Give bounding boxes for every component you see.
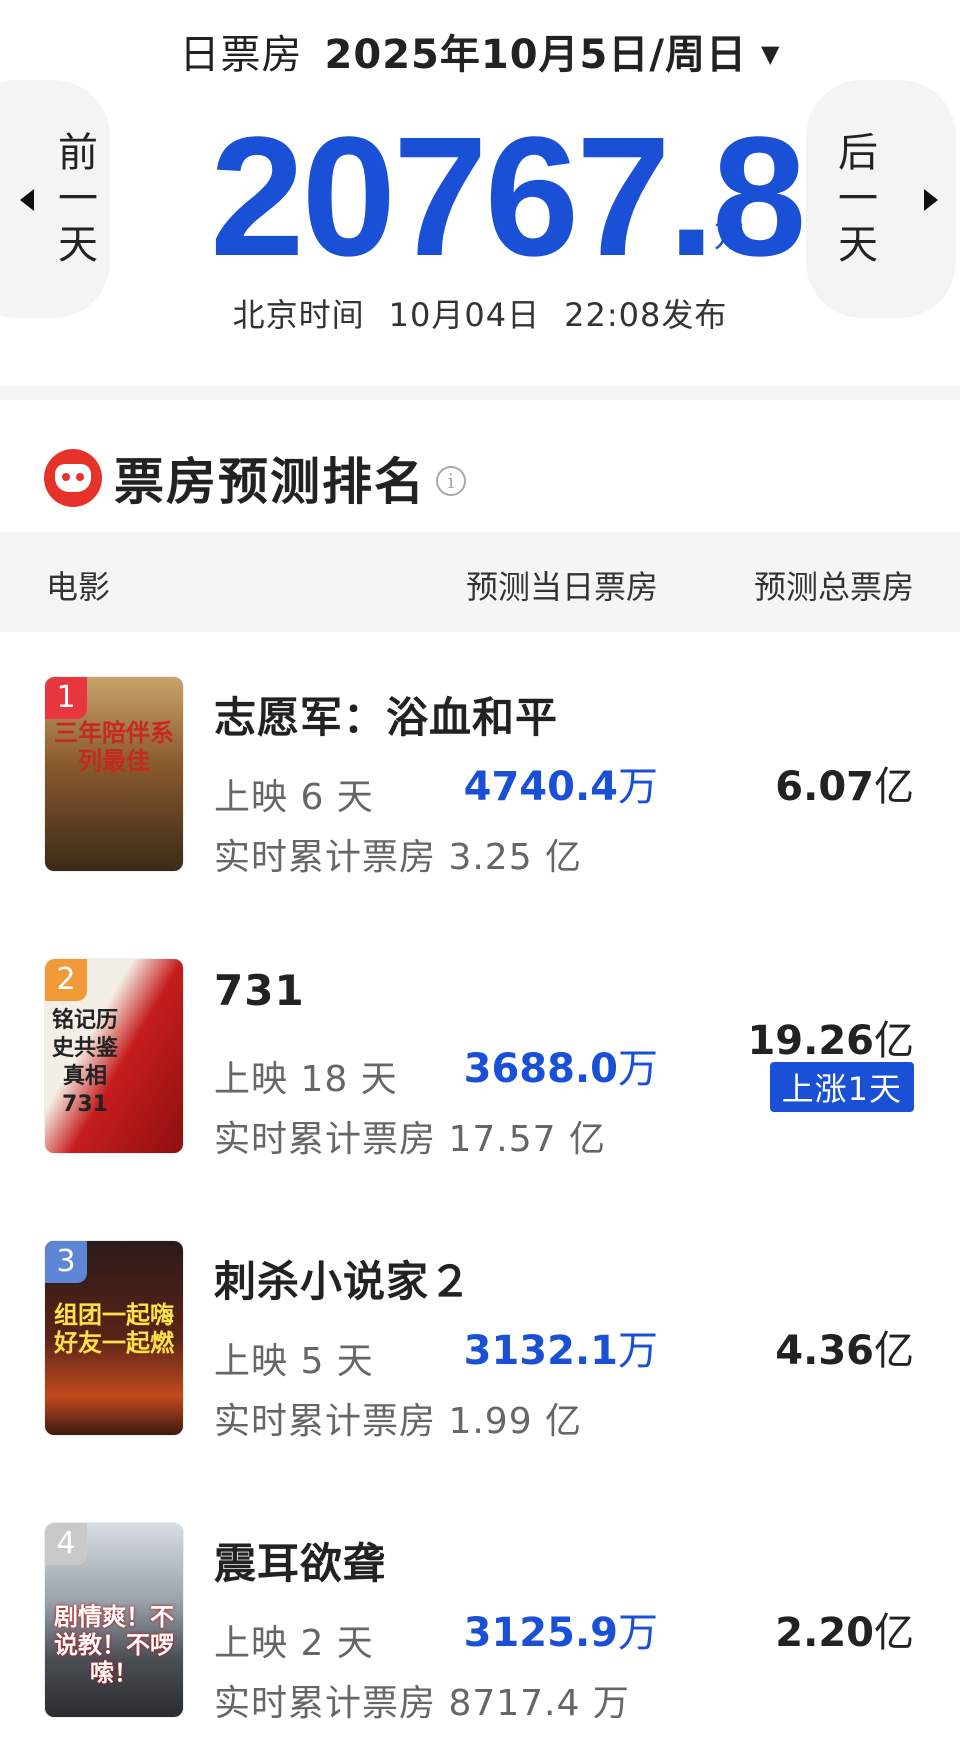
movie-title: 刺杀小说家２	[214, 1257, 473, 1306]
cumulative-box-office: 实时累计票房 1.99 亿	[214, 1401, 583, 1442]
days-showing: 上映 18 天	[214, 1059, 398, 1100]
movie-row[interactable]: 三年陪伴系列最佳 1 志愿军：浴血和平 上映 6 天 实时累计票房 3.25 亿…	[0, 676, 960, 878]
predicted-day-box-office: 3688.0万	[463, 1046, 658, 1092]
total-box-office: 20767.8	[210, 102, 807, 292]
publish-date: 10月04日	[388, 296, 541, 334]
rank-badge: 3	[45, 1241, 87, 1283]
chevron-down-icon: ▼	[760, 40, 781, 68]
poster-text: 铭记历史共鉴真相731	[51, 1008, 118, 1117]
movie-row[interactable]: 组团一起嗨 好友一起燃 3 刺杀小说家２ 上映 5 天 实时累计票房 1.99 …	[0, 1240, 960, 1442]
cumulative-box-office: 实时累计票房 8717.4 万	[214, 1683, 630, 1724]
days-showing: 上映 2 天	[214, 1623, 374, 1664]
poster-text: 剧情爽！不说教！不啰嗦！	[54, 1603, 174, 1687]
prev-day-label: 前一天	[58, 130, 98, 268]
poster-text: 组团一起嗨 好友一起燃	[54, 1301, 174, 1357]
days-showing: 上映 5 天	[214, 1341, 374, 1382]
cumulative-box-office: 实时累计票房 3.25 亿	[214, 837, 583, 878]
section-divider	[0, 386, 960, 400]
total-box-office-unit: 万	[714, 220, 744, 255]
section-header: 票房预测排名 i	[44, 448, 466, 511]
movie-title: 震耳欲聋	[214, 1539, 387, 1588]
rise-badge: 上涨1天	[769, 1062, 914, 1112]
movie-poster: 组团一起嗨 好友一起燃 3	[44, 1240, 184, 1436]
prev-day-button[interactable]: 前一天	[0, 80, 110, 318]
predicted-total-box-office: 6.07亿	[775, 764, 914, 810]
movie-poster: 铭记历史共鉴真相731 2	[44, 958, 184, 1154]
date-selector[interactable]: 日票房 2025年10月5日/周日 ▼	[0, 22, 960, 80]
movie-poster: 剧情爽！不说教！不啰嗦！ 4	[44, 1522, 184, 1718]
predicted-total-box-office: 19.26亿	[747, 1018, 914, 1064]
info-icon[interactable]: i	[436, 466, 466, 496]
rank-badge: 4	[45, 1523, 87, 1565]
arrow-left-icon	[20, 189, 34, 211]
column-pred-total: 预测总票房	[753, 568, 914, 606]
movie-title: 731	[214, 966, 305, 1015]
predicted-day-box-office: 3132.1万	[463, 1328, 658, 1374]
column-movie: 电影	[46, 568, 111, 606]
publish-clock: 22:08发布	[564, 296, 728, 334]
days-showing: 上映 6 天	[214, 777, 374, 818]
next-day-button[interactable]: 后一天	[806, 80, 956, 318]
rank-badge: 1	[45, 677, 87, 719]
movie-title: 志愿军：浴血和平	[214, 693, 559, 742]
poster-text: 三年陪伴系列最佳	[54, 719, 174, 775]
predicted-day-box-office: 4740.4万	[463, 764, 658, 810]
movie-row[interactable]: 剧情爽！不说教！不啰嗦！ 4 震耳欲聋 上映 2 天 实时累计票房 8717.4…	[0, 1522, 960, 1724]
cumulative-box-office: 实时累计票房 17.57 亿	[214, 1119, 606, 1160]
movie-row[interactable]: 铭记历史共鉴真相731 2 731 上映 18 天 实时累计票房 17.57 亿…	[0, 958, 960, 1160]
rank-badge: 2	[45, 959, 87, 1001]
section-title: 票房预测排名	[114, 453, 426, 511]
maoyan-cat-logo-icon	[44, 449, 102, 507]
predicted-day-box-office: 3125.9万	[463, 1610, 658, 1656]
header-date: 2025年10月5日/周日	[324, 32, 747, 78]
publish-zone: 北京时间	[232, 296, 365, 334]
arrow-right-icon	[924, 189, 938, 211]
movie-poster: 三年陪伴系列最佳 1	[44, 676, 184, 872]
column-pred-day: 预测当日票房	[465, 568, 658, 606]
predicted-total-box-office: 2.20亿	[775, 1610, 914, 1656]
next-day-label: 后一天	[838, 130, 878, 268]
header-label: 日票房	[179, 32, 303, 78]
publish-time: 北京时间 10月04日 22:08发布	[0, 290, 960, 336]
table-header: 电影 预测当日票房 预测总票房	[0, 532, 960, 632]
predicted-total-box-office: 4.36亿	[775, 1328, 914, 1374]
